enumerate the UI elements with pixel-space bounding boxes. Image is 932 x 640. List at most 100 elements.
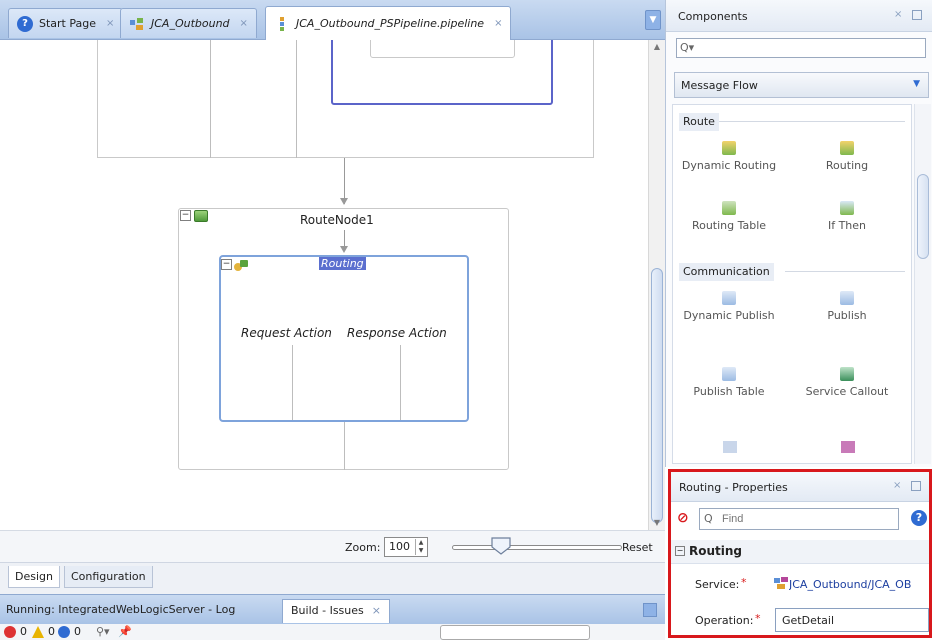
minimize-icon[interactable]	[643, 603, 657, 617]
palette-item-service-callout[interactable]: Service Callout	[797, 367, 897, 400]
palette-item-routing-table[interactable]: Routing Table	[679, 201, 779, 234]
editor-mode-tabs: Design Configuration	[0, 562, 665, 594]
palette-item-publish[interactable]: Publish	[797, 291, 897, 324]
info-count: 0	[74, 625, 81, 638]
service-label: Service:	[695, 578, 740, 591]
scroll-thumb[interactable]	[917, 174, 929, 259]
routing-label[interactable]: Routing	[319, 257, 366, 270]
dynamic-routing-icon	[722, 141, 736, 155]
service-link[interactable]: JCA_Outbound/JCA_OB	[789, 578, 929, 591]
palette-item-icon[interactable]	[723, 441, 737, 453]
tab-configuration[interactable]: Configuration	[64, 566, 153, 588]
section-communication-title: Communication	[679, 263, 774, 281]
route-node-label: RouteNode1	[300, 213, 374, 227]
pipeline-canvas[interactable]: − RouteNode1 − Routing Request Action Re…	[0, 40, 648, 530]
filter-dropdown-icon[interactable]: ⚲▾	[96, 625, 110, 638]
reset-button[interactable]: Reset	[622, 541, 653, 554]
scroll-down-icon[interactable]: ▼	[649, 516, 665, 530]
section-divider	[719, 121, 905, 122]
close-icon[interactable]: ×	[494, 18, 502, 29]
publish-icon	[840, 291, 854, 305]
pipeline-icon	[274, 16, 290, 32]
search-icon: Q▾	[680, 41, 695, 54]
error-icon[interactable]	[4, 626, 16, 638]
palette-vertical-scrollbar[interactable]	[914, 104, 931, 464]
request-action-label: Request Action	[241, 326, 332, 340]
arrow-down-icon	[340, 198, 348, 205]
operation-select[interactable]: GetDetail	[775, 608, 929, 632]
search-icon: Q	[704, 512, 713, 525]
palette-item-icon[interactable]	[841, 441, 855, 453]
zoom-slider-track[interactable]	[452, 545, 622, 550]
close-icon[interactable]: ×	[894, 9, 902, 20]
pin-icon[interactable]: 📌	[118, 625, 132, 638]
editor-tab-bar: ? Start Page × JCA_Outbound × JCA_Outbou…	[0, 0, 665, 40]
collapse-icon[interactable]: −	[675, 546, 685, 556]
palette-item-dynamic-publish[interactable]: Dynamic Publish	[679, 291, 779, 324]
spinner-arrows-icon[interactable]: ▲ ▼	[415, 539, 426, 555]
item-label: Service Callout	[805, 385, 889, 398]
canvas-vertical-scrollbar[interactable]: ▲ ▼	[648, 40, 665, 530]
maximize-icon[interactable]	[911, 481, 921, 491]
required-marker: *	[755, 612, 761, 625]
warning-icon[interactable]	[32, 626, 44, 638]
palette-item-if-then[interactable]: If Then	[797, 201, 897, 234]
components-header: Components ×	[666, 0, 932, 32]
close-icon[interactable]: ×	[893, 480, 901, 491]
help-icon: ?	[17, 15, 33, 32]
close-icon[interactable]: ×	[372, 604, 381, 619]
zoom-slider-knob[interactable]	[490, 536, 512, 556]
routing-icon	[233, 258, 249, 272]
zoom-label: Zoom:	[345, 541, 381, 554]
operation-value: GetDetail	[782, 614, 835, 627]
find-input[interactable]	[720, 511, 890, 527]
item-label: Publish Table	[693, 385, 765, 398]
no-entry-icon[interactable]: ⊘	[677, 510, 689, 526]
log-tab-bar: Running: IntegratedWebLogicServer - Log …	[0, 594, 665, 624]
connector-line	[210, 40, 211, 158]
routing-table-icon	[722, 201, 736, 215]
tab-build-issues[interactable]: Build - Issues ×	[282, 599, 390, 623]
properties-find-field[interactable]: Q	[699, 508, 899, 530]
search-field[interactable]	[703, 40, 918, 56]
close-icon[interactable]: ×	[240, 18, 248, 29]
maximize-icon[interactable]	[912, 10, 922, 20]
tab-start-page[interactable]: ? Start Page ×	[8, 8, 124, 38]
category-value: Message Flow	[681, 79, 758, 92]
zoom-spinner[interactable]: 100 ▲ ▼	[384, 537, 428, 557]
palette-item-dynamic-routing[interactable]: Dynamic Routing	[679, 141, 779, 174]
request-pipeline-line	[292, 345, 293, 420]
zoom-value: 100	[389, 540, 410, 553]
log-toolbar: 0 0 0 ⚲▾ 📌	[0, 624, 665, 640]
components-palette: Route Dynamic Routing Routing Routing Ta…	[672, 104, 912, 464]
section-divider	[785, 271, 905, 272]
response-action-label: Response Action	[347, 326, 447, 340]
chevron-down-icon[interactable]: ▼	[913, 79, 920, 89]
response-pipeline-line	[400, 345, 401, 420]
warning-count: 0	[48, 625, 55, 638]
tab-server-log[interactable]: Running: IntegratedWebLogicServer - Log	[6, 603, 235, 616]
tab-pipeline[interactable]: JCA_Outbound_PSPipeline.pipeline ×	[265, 6, 512, 40]
tab-design[interactable]: Design	[8, 566, 60, 588]
routing-section-header[interactable]: − Routing	[671, 540, 929, 564]
business-service-icon	[773, 576, 789, 590]
if-then-icon	[840, 201, 854, 215]
scroll-thumb[interactable]	[651, 268, 663, 523]
tab-jca-outbound[interactable]: JCA_Outbound ×	[120, 8, 257, 38]
item-label: Routing Table	[691, 219, 767, 232]
routing-icon	[840, 141, 854, 155]
category-select[interactable]: Message Flow ▼	[674, 72, 929, 98]
info-icon[interactable]	[58, 626, 70, 638]
palette-item-routing[interactable]: Routing	[797, 141, 897, 174]
help-icon[interactable]: ?	[911, 510, 927, 526]
components-search-input[interactable]: Q▾	[676, 38, 926, 58]
zoom-bar: Zoom: 100 ▲ ▼ Reset	[0, 530, 665, 562]
inner-stage-box[interactable]	[370, 40, 515, 58]
tab-list-dropdown-icon[interactable]: ▼	[645, 10, 661, 30]
collapse-icon[interactable]: −	[221, 259, 232, 270]
log-search-input[interactable]	[440, 625, 590, 640]
collapse-icon[interactable]: −	[180, 210, 191, 221]
palette-item-publish-table[interactable]: Publish Table	[679, 367, 779, 400]
scroll-up-icon[interactable]: ▲	[649, 40, 665, 54]
close-icon[interactable]: ×	[106, 18, 114, 29]
